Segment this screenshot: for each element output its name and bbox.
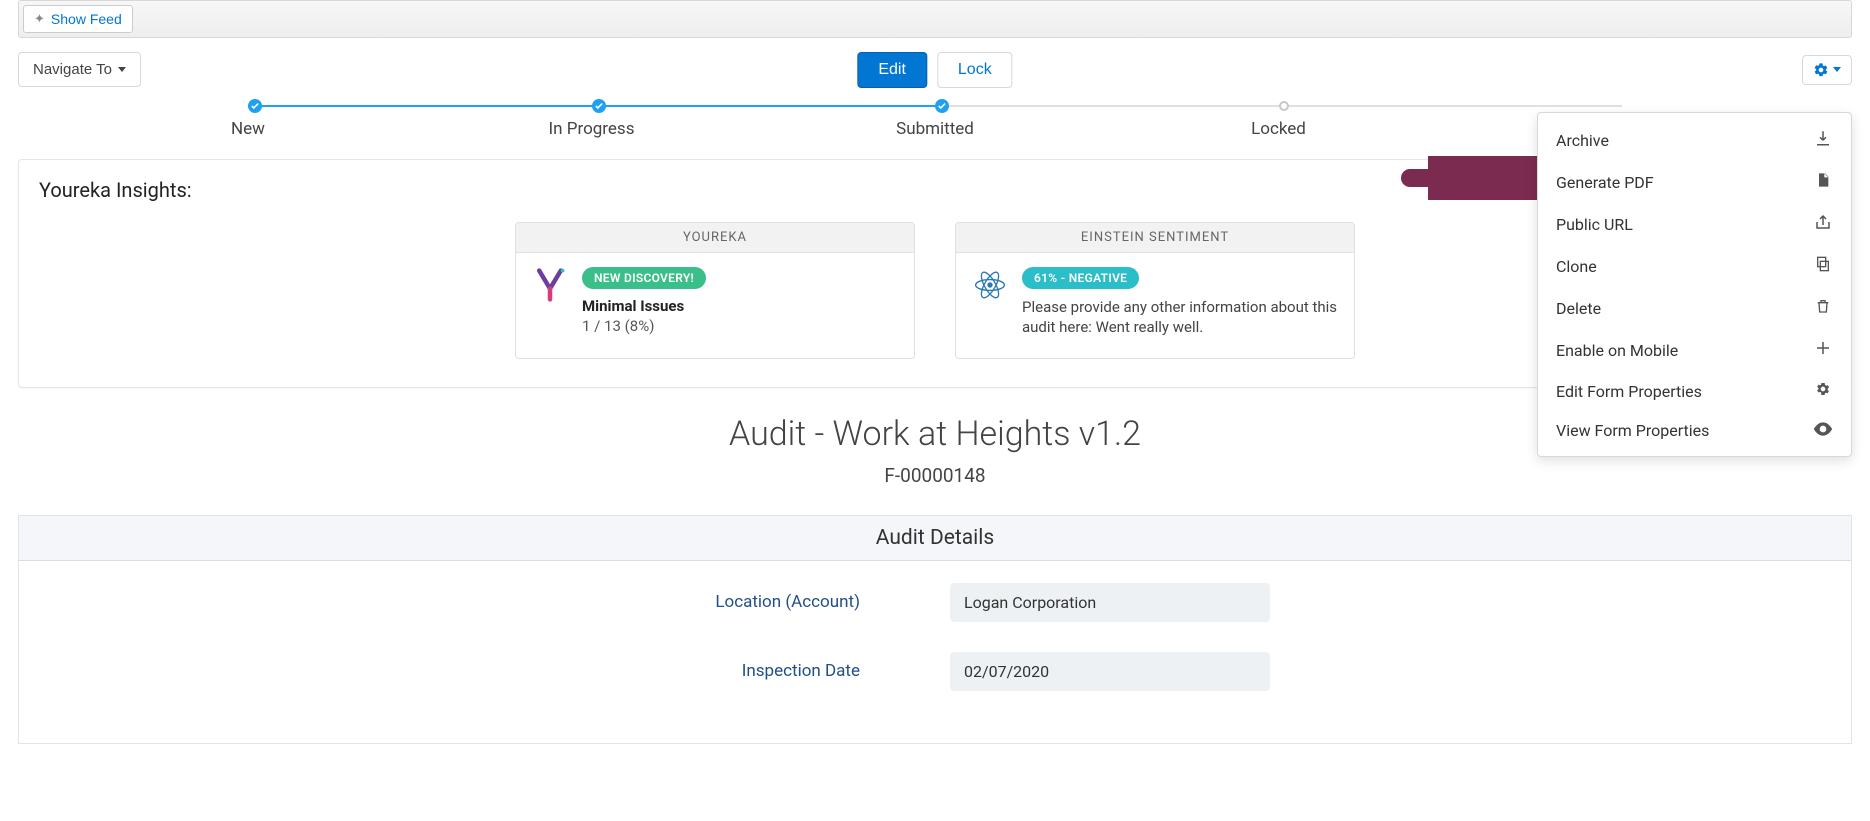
feed-icon: ✦ [34, 11, 45, 27]
copy-icon [1813, 255, 1833, 277]
stage-label-new: New [231, 119, 265, 139]
center-buttons: Edit Lock [857, 52, 1012, 88]
youreka-badge: NEW DISCOVERY! [582, 267, 706, 289]
settings-gear-button[interactable] [1802, 55, 1852, 85]
eye-icon [1813, 421, 1833, 440]
location-label: Location (Account) [600, 592, 860, 612]
youreka-panel-header: YOUREKA [516, 223, 914, 253]
stage-dot-in-progress[interactable] [592, 99, 606, 113]
youreka-logo-icon [532, 267, 568, 303]
stage-dot-new[interactable] [248, 99, 262, 113]
menu-item-edit-form-properties[interactable]: Edit Form Properties [1538, 371, 1851, 411]
menu-item-enable-mobile[interactable]: Enable on Mobile [1538, 329, 1851, 371]
lock-button[interactable]: Lock [937, 52, 1013, 88]
audit-details-section: Audit Details Location (Account) Logan C… [18, 515, 1852, 744]
einstein-badge: 61% - NEGATIVE [1022, 267, 1139, 289]
menu-item-archive[interactable]: Archive [1538, 119, 1851, 161]
field-row-date: Inspection Date 02/07/2020 [59, 652, 1811, 691]
menu-item-public-url[interactable]: Public URL [1538, 203, 1851, 245]
menu-item-view-form-properties[interactable]: View Form Properties [1538, 411, 1851, 450]
navigate-to-label: Navigate To [33, 61, 112, 78]
stage-label-in-progress: In Progress [549, 119, 635, 139]
page-subtitle: F-00000148 [0, 464, 1870, 487]
einstein-panel: EINSTEIN SENTIMENT 61% - NEGATIVE Please… [955, 222, 1355, 359]
einstein-desc: Please provide any other information abo… [1022, 297, 1338, 338]
gear-icon [1813, 62, 1829, 78]
edit-button[interactable]: Edit [857, 52, 927, 88]
action-row: Navigate To Edit Lock [0, 42, 1870, 99]
menu-item-generate-pdf[interactable]: Generate PDF [1538, 161, 1851, 203]
caret-down-icon [1833, 67, 1841, 72]
trash-icon [1813, 297, 1833, 319]
top-toolbar: ✦ Show Feed [18, 0, 1852, 38]
menu-label-delete: Delete [1556, 299, 1601, 318]
settings-dropdown-menu: Archive Generate PDF Public URL Clone De… [1537, 112, 1852, 457]
menu-label-archive: Archive [1556, 131, 1609, 150]
youreka-line2: 1 / 13 (8%) [582, 317, 706, 335]
stage-label-submitted: Submitted [896, 119, 974, 139]
location-value[interactable]: Logan Corporation [950, 583, 1270, 622]
field-row-location: Location (Account) Logan Corporation [59, 583, 1811, 622]
inspection-date-value[interactable]: 02/07/2020 [950, 652, 1270, 691]
share-icon [1813, 213, 1833, 235]
show-feed-label: Show Feed [51, 11, 122, 27]
gear-icon [1813, 381, 1833, 401]
einstein-panel-header: EINSTEIN SENTIMENT [956, 223, 1354, 253]
audit-details-header: Audit Details [18, 515, 1852, 561]
navigate-to-button[interactable]: Navigate To [18, 52, 141, 87]
menu-label-clone: Clone [1556, 257, 1597, 276]
plus-icon [1813, 339, 1833, 361]
menu-item-clone[interactable]: Clone [1538, 245, 1851, 287]
menu-label-edit-form-properties: Edit Form Properties [1556, 382, 1702, 401]
stage-dot-submitted[interactable] [935, 99, 949, 113]
inspection-date-label: Inspection Date [600, 661, 860, 681]
menu-item-delete[interactable]: Delete [1538, 287, 1851, 329]
show-feed-button[interactable]: ✦ Show Feed [23, 5, 133, 33]
menu-label-public-url: Public URL [1556, 215, 1633, 234]
caret-down-icon [118, 67, 126, 72]
menu-label-enable-mobile: Enable on Mobile [1556, 341, 1678, 360]
youreka-line1: Minimal Issues [582, 297, 706, 315]
menu-label-generate-pdf: Generate PDF [1556, 173, 1654, 192]
einstein-atom-icon [972, 267, 1008, 303]
download-icon [1813, 129, 1833, 151]
youreka-panel: YOUREKA NEW DISCOVERY! Minimal Issues 1 … [515, 222, 915, 359]
menu-label-view-form-properties: View Form Properties [1556, 421, 1709, 440]
file-icon [1813, 171, 1833, 193]
stage-label-locked: Locked [1251, 119, 1306, 139]
stage-dot-locked[interactable] [1279, 101, 1289, 111]
